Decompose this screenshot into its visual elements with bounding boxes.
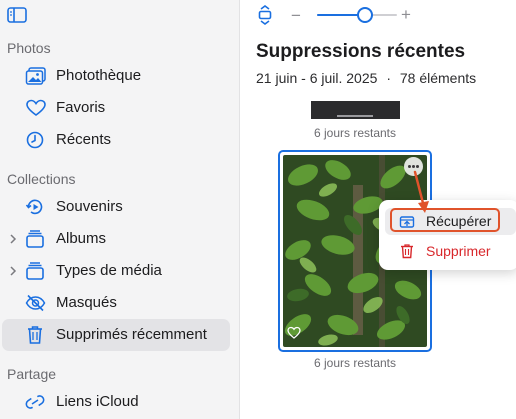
zoom-slider-knob[interactable] xyxy=(356,7,373,23)
sidebar-item-label: Types de média xyxy=(56,262,162,279)
sidebar-item-label: Souvenirs xyxy=(56,198,123,215)
sidebar-item-label: Récents xyxy=(56,131,112,148)
context-menu: Récupérer Supprimer xyxy=(379,200,516,270)
sidebar-item-label: Favoris xyxy=(56,99,106,116)
thumbnail-scrubber xyxy=(337,115,373,117)
photo-thumbnail-partial[interactable] xyxy=(311,101,400,119)
menu-item-delete[interactable]: Supprimer xyxy=(385,238,516,265)
sidebar-item-albums[interactable]: Albums xyxy=(2,223,230,255)
chevron-right-icon[interactable] xyxy=(7,264,19,278)
trash-icon xyxy=(28,326,42,344)
subtitle-separator: · xyxy=(386,70,391,86)
annotation-highlight-box xyxy=(390,208,500,232)
heart-icon xyxy=(26,99,46,116)
main-content: − + Suppressions récentes 21 juin - 6 ju… xyxy=(241,0,516,419)
item-count: 78 éléments xyxy=(399,70,477,86)
adjust-height-icon[interactable] xyxy=(257,5,273,25)
sidebar-item-label: Photothèque xyxy=(56,67,142,84)
sidebar-item-masques[interactable]: Masqués xyxy=(2,287,230,319)
sidebar-item-liens-icloud[interactable]: Liens iCloud xyxy=(2,386,230,418)
page-subtitle: 21 juin - 6 juil. 2025 · 78 éléments xyxy=(256,70,476,86)
more-options-button[interactable] xyxy=(404,157,423,176)
eye-slash-icon xyxy=(25,294,46,312)
sidebar: Photos Photothèque Favoris Récents Colle… xyxy=(0,0,240,419)
sidebar-item-label: Supprimés récemment xyxy=(56,326,207,343)
sidebar-item-label: Liens iCloud xyxy=(56,393,139,410)
link-icon xyxy=(25,395,45,409)
date-range: 21 juin - 6 juil. 2025 xyxy=(256,70,378,86)
sidebar-toggle-icon[interactable] xyxy=(7,7,27,23)
sidebar-item-label: Albums xyxy=(56,230,107,247)
sidebar-item-types-de-media[interactable]: Types de média xyxy=(2,255,230,287)
sidebar-item-label: Masqués xyxy=(56,294,117,311)
favorite-heart-icon[interactable] xyxy=(287,326,301,339)
photo-library-icon xyxy=(25,67,46,85)
section-collections-heading: Collections xyxy=(7,171,76,187)
sidebar-item-favoris[interactable]: Favoris xyxy=(2,92,230,124)
media-types-icon xyxy=(26,262,44,280)
clock-icon xyxy=(26,131,44,149)
sidebar-item-supprimes-recemment[interactable]: Supprimés récemment xyxy=(2,319,230,351)
zoom-in-button[interactable]: + xyxy=(401,5,411,25)
section-photos-heading: Photos xyxy=(7,40,51,56)
menu-item-label: Supprimer xyxy=(426,243,491,259)
sidebar-item-phototheque[interactable]: Photothèque xyxy=(2,60,230,92)
section-sharing-heading: Partage xyxy=(7,366,57,382)
albums-icon xyxy=(26,230,44,248)
zoom-out-button[interactable]: − xyxy=(291,6,301,26)
trash-icon xyxy=(401,244,413,259)
days-remaining-label: 6 jours restants xyxy=(313,356,397,370)
page-title: Suppressions récentes xyxy=(256,41,466,62)
memories-icon xyxy=(25,199,43,215)
ellipsis-icon xyxy=(408,165,419,168)
days-remaining-label: 6 jours restants xyxy=(313,126,397,140)
zoom-slider[interactable] xyxy=(317,7,397,23)
sidebar-item-recents[interactable]: Récents xyxy=(2,124,230,156)
chevron-right-icon[interactable] xyxy=(7,232,19,246)
sidebar-item-souvenirs[interactable]: Souvenirs xyxy=(2,191,230,223)
